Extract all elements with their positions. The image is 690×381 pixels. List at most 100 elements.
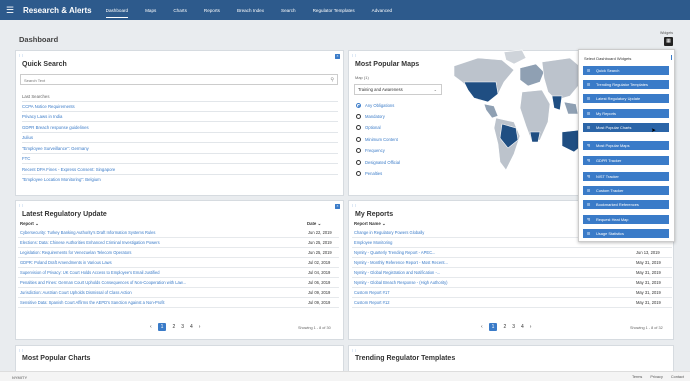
page-number[interactable]: 3 [181, 324, 184, 330]
last-search-item[interactable]: GDPR Breach response guidelines [22, 125, 89, 130]
widgets-grid-icon[interactable]: ▦ [664, 37, 673, 46]
footer-link-privacy[interactable]: Privacy [650, 375, 662, 379]
widget-option[interactable]: ⅋ Request Heat Map [583, 215, 669, 224]
report-link[interactable]: Legislation: Requirements for Venezuelan… [20, 250, 131, 255]
drag-handle-icon[interactable]: ⋮⋮ [351, 53, 357, 57]
map-type-select[interactable]: Training and Awareness ⌄ [354, 84, 442, 95]
last-search-item[interactable]: "Employee Surveillance": Germany [22, 146, 89, 151]
column-header-report[interactable]: Report ⌄ [20, 221, 39, 227]
page-number[interactable]: 3 [512, 324, 515, 330]
prev-page-icon[interactable]: ‹ [481, 324, 483, 330]
radio-option[interactable]: Minimum Content [356, 137, 398, 142]
table-row[interactable]: Custom Report #17 May 31, 2019 [352, 288, 672, 298]
report-link[interactable]: Penalties and Fines: German Court Uphold… [20, 280, 186, 285]
widget-option[interactable]: ☰ Latest Regulatory Update [583, 94, 669, 103]
report-link[interactable]: Supervision of Privacy: UK Court Holds A… [20, 270, 160, 275]
nav-dashboard[interactable]: Dashboard [105, 0, 129, 20]
last-search-item[interactable]: Julius [22, 135, 33, 140]
report-link[interactable]: GDPR: Poland Draft Amendments in Various… [20, 260, 112, 265]
report-link[interactable]: Nymity - Global Breach Response - (High … [354, 280, 448, 285]
report-link[interactable]: Elections: Data: Chinese Authorities Enh… [20, 240, 160, 245]
report-link[interactable]: Employee Monitoring [354, 240, 392, 245]
column-header-report-name[interactable]: Report Name ⌄ [354, 221, 386, 227]
widget-option[interactable]: ☰ Custom Tracker [583, 186, 669, 195]
report-link[interactable]: Cybersecurity: Turkey Banking Authority'… [20, 230, 155, 235]
report-link[interactable]: Sensitive Data: Spanish Court Affirms th… [20, 300, 165, 305]
close-icon[interactable]: × [335, 204, 340, 209]
page-number[interactable]: 4 [521, 324, 524, 330]
radio-option[interactable]: Any Obligations [356, 103, 394, 108]
drag-handle-icon[interactable]: ⋮⋮ [18, 348, 24, 352]
table-row[interactable]: Nymity - Global Breach Response - (High … [352, 278, 672, 288]
last-search-item[interactable]: FTC [22, 156, 30, 161]
popular-charts-title: Most Popular Charts [22, 355, 91, 362]
widget-option[interactable]: ☰ My Reports [583, 109, 669, 118]
widget-option[interactable]: ⅋ NIST Tracker [583, 172, 669, 181]
table-row[interactable]: GDPR: Poland Draft Amendments in Various… [18, 258, 339, 268]
radio-option[interactable]: Penalties [356, 171, 382, 176]
page-number[interactable]: 2 [503, 324, 506, 330]
column-header-date[interactable]: Date ⌄ [307, 221, 321, 227]
nav-charts[interactable]: Charts [173, 0, 187, 20]
page-number[interactable]: 2 [172, 324, 175, 330]
hamburger-menu-icon[interactable]: ☰ [6, 5, 20, 15]
nav-breach-index[interactable]: Breach Index [237, 0, 264, 20]
table-row[interactable]: Supervision of Privacy: UK Court Holds A… [18, 268, 339, 278]
table-row[interactable]: Jurisdiction: Austrian Court Upholds Dis… [18, 288, 339, 298]
table-row[interactable]: Sensitive Data: Spanish Court Affirms th… [18, 298, 339, 308]
widget-option[interactable]: ☰ Usage Statistics [583, 229, 669, 238]
drag-handle-icon[interactable]: ⋮⋮ [351, 348, 357, 352]
drag-handle-icon[interactable]: ⋮⋮ [351, 203, 357, 207]
last-search-item[interactable]: CCPA Notice Requirements [22, 104, 75, 109]
drag-handle-icon[interactable]: ⋮⋮ [18, 53, 24, 57]
table-row[interactable]: Nymity - Monthly Reference Report - Most… [352, 258, 672, 268]
nav-regulator-templates[interactable]: Regulator Templates [313, 0, 355, 20]
report-link[interactable]: Change in Regulatory Powers Globally [354, 230, 424, 235]
widget-option[interactable]: ☰ Bookmarked References [583, 200, 669, 209]
table-row[interactable]: Custom Report #12 May 31, 2019 [352, 298, 672, 308]
last-search-item[interactable]: Recent DPA Fines - Express Consent: Sing… [22, 167, 115, 172]
page-number[interactable]: 1 [488, 323, 498, 331]
table-row[interactable]: Elections: Data: Chinese Authorities Enh… [18, 238, 339, 248]
report-link[interactable]: Nymity - Quarterly Trending Report - APE… [354, 250, 435, 255]
page-number[interactable]: 4 [190, 324, 193, 330]
search-icon[interactable]: ⚲ [330, 77, 334, 83]
prev-page-icon[interactable]: ‹ [150, 324, 152, 330]
radio-option[interactable]: Optional [356, 125, 381, 130]
last-search-item[interactable]: Privacy Laws in India [22, 114, 62, 119]
nav-reports[interactable]: Reports [204, 0, 220, 20]
nav-search[interactable]: Search [281, 0, 296, 20]
report-link[interactable]: Jurisdiction: Austrian Court Upholds Dis… [20, 290, 132, 295]
footer-link-contact[interactable]: Contact [671, 375, 684, 379]
close-icon[interactable]: × [335, 54, 340, 59]
search-input[interactable] [21, 75, 321, 85]
table-row[interactable]: Nymity - Quarterly Trending Report - APE… [352, 248, 672, 258]
next-page-icon[interactable]: › [199, 324, 201, 330]
widget-option[interactable]: ☰ Quick Search [583, 66, 669, 75]
drag-handle-icon[interactable]: ⋮⋮ [18, 203, 24, 207]
report-link[interactable]: Custom Report #12 [354, 300, 390, 305]
nav-maps[interactable]: Maps [145, 0, 156, 20]
widget-option[interactable]: ⅋ GDPR Tracker [583, 156, 669, 165]
radio-option[interactable]: Frequency [356, 148, 385, 153]
widget-option[interactable]: ⅋ Most Popular Maps [583, 141, 669, 150]
widget-option[interactable]: ☰ Trending Regulator Templates [583, 80, 669, 89]
page-number[interactable]: 1 [157, 323, 167, 331]
search-field[interactable]: ⚲ [20, 74, 338, 85]
radio-option[interactable]: Mandatory [356, 114, 385, 119]
report-link[interactable]: Nymity - Monthly Reference Report - Most… [354, 260, 448, 265]
footer-link-terms[interactable]: Terms [632, 375, 642, 379]
report-link[interactable]: Custom Report #17 [354, 290, 390, 295]
radio-option[interactable]: Designated Official [356, 160, 400, 165]
table-row[interactable]: Penalties and Fines: German Court Uphold… [18, 278, 339, 288]
nav-advanced[interactable]: Advanced [372, 0, 392, 20]
world-map[interactable] [444, 44, 584, 194]
widget-option[interactable]: ☰ Most Popular Charts [583, 123, 669, 132]
next-page-icon[interactable]: › [530, 324, 532, 330]
last-search-item[interactable]: "Employee Location Monitoring": Belgium [22, 177, 101, 182]
dropdown-scrollbar[interactable] [670, 55, 672, 60]
report-link[interactable]: Nymity - Global Registration and Notific… [354, 270, 440, 275]
table-row[interactable]: Cybersecurity: Turkey Banking Authority'… [18, 228, 339, 238]
table-row[interactable]: Nymity - Global Registration and Notific… [352, 268, 672, 278]
table-row[interactable]: Legislation: Requirements for Venezuelan… [18, 248, 339, 258]
